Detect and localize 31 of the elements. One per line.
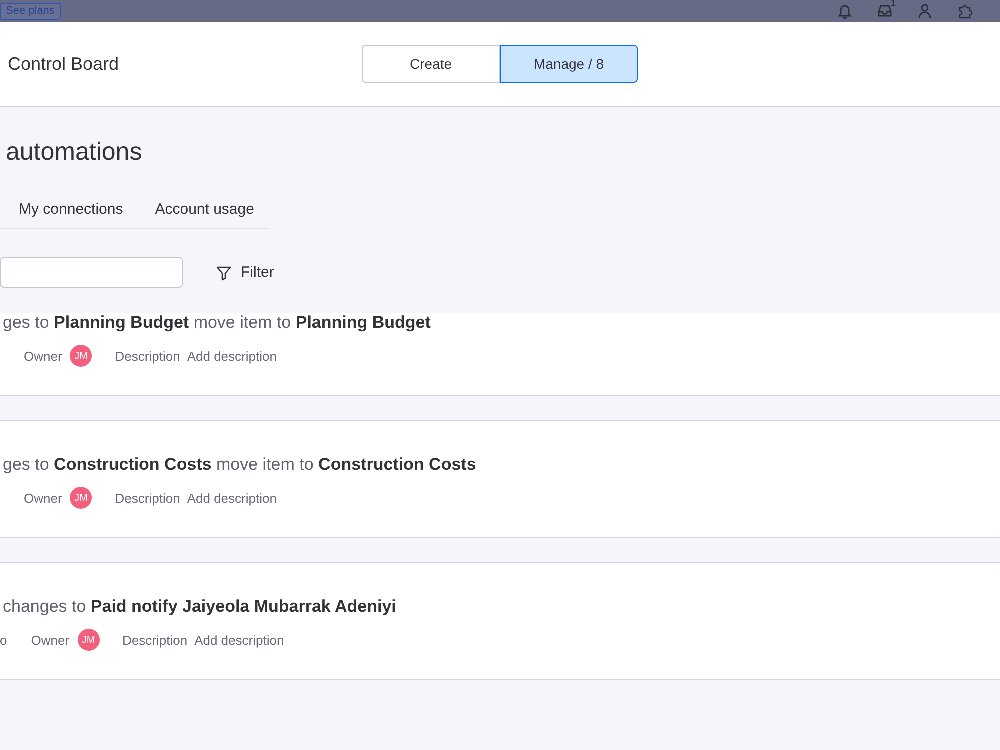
owner-label: Owner [24,490,62,506]
board-title: Control Board [7,54,120,74]
filter-icon [216,264,232,280]
person-icon[interactable] [917,3,933,19]
owner-avatar[interactable]: JM [78,629,100,651]
text-fragment: o [0,632,8,648]
notification-count: 1 [891,0,896,8]
owner-label: Owner [24,348,62,364]
add-description-link[interactable]: Add description [187,490,277,506]
filter-label: Filter [241,264,274,281]
puzzle-icon[interactable] [957,3,973,19]
tab[interactable]: My connections [3,193,140,228]
search-field[interactable] [0,257,183,288]
description-label: Description [115,348,180,364]
description-label: Description [122,632,188,648]
bell-icon[interactable] [837,3,853,19]
filter-button[interactable]: Filter [216,264,274,281]
owner-avatar[interactable]: JM [70,487,92,509]
view-toggle-button[interactable]: Create [362,45,500,83]
view-toggle-button[interactable]: Manage / 8 [500,45,638,83]
owner-label: Owner [31,632,70,648]
inbox-icon[interactable] [877,3,893,19]
tab[interactable]: Account usage [139,193,270,228]
panel-title: automations [5,137,144,167]
automation-rule: changes to Paid notify Jaiyeola Mubarrak Adeniyi [2,597,398,617]
owner-avatar[interactable]: JM [70,345,92,367]
description-label: Description [115,490,180,506]
automation-rule: ges to Construction Costs move item to Construction Costs [2,455,478,475]
automation-rule: ges to Planning Budget move item to Planning Budget [2,313,432,333]
add-description-link[interactable]: Add description [187,348,277,364]
add-description-link[interactable]: Add description [194,632,284,648]
